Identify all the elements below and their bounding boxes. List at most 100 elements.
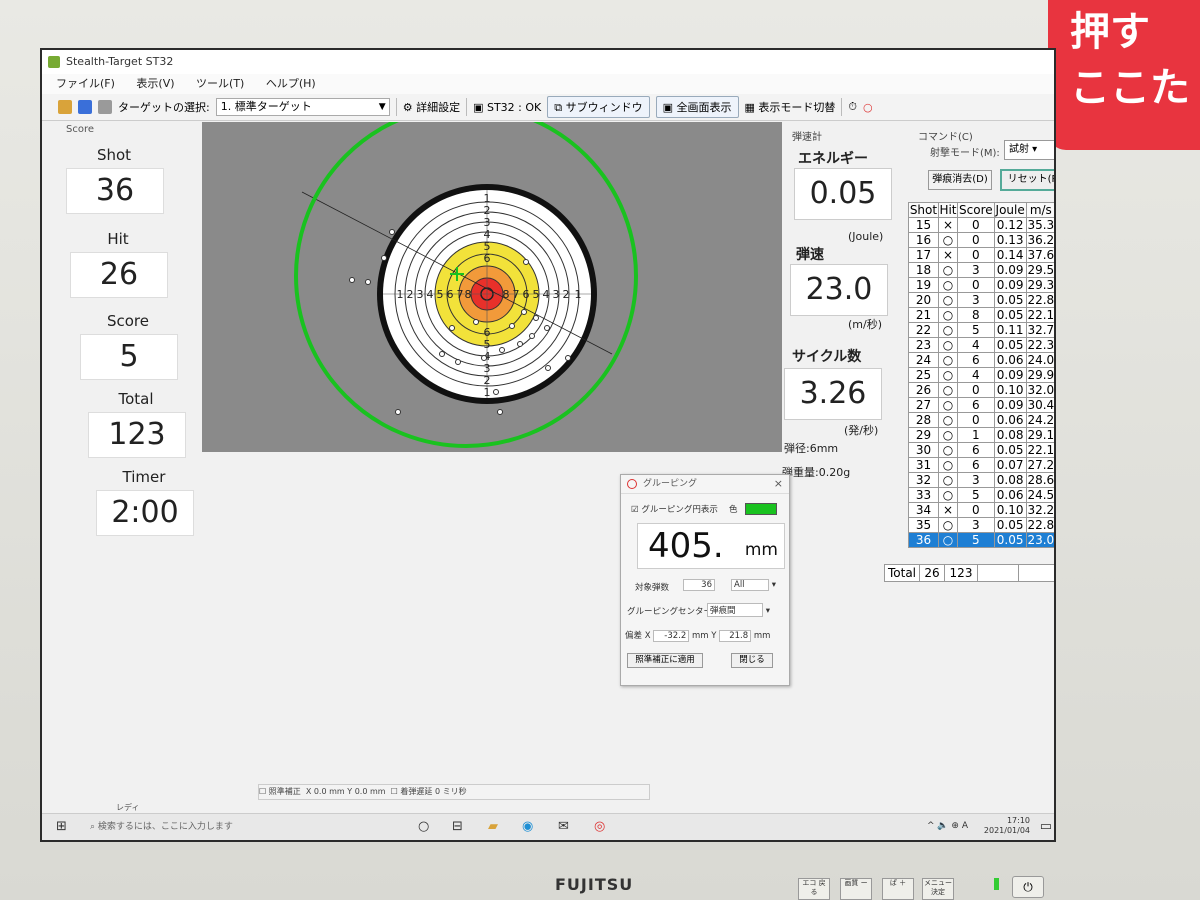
timer-icon[interactable]: ⏱ bbox=[848, 100, 857, 114]
hw-button-plus[interactable]: ぱ ＋ bbox=[882, 878, 914, 900]
open-folder-icon[interactable] bbox=[58, 100, 72, 114]
color-swatch[interactable] bbox=[745, 503, 777, 515]
power-button[interactable]: ⏻ bbox=[1012, 876, 1044, 898]
table-row[interactable]: 16 ○ 0 0.13 36.2 bbox=[908, 232, 1054, 248]
y-field[interactable]: 0.0 bbox=[355, 787, 368, 796]
delay-checkbox[interactable]: 着弾遅延 bbox=[400, 787, 432, 796]
table-row[interactable]: 26 ○ 0 0.10 32.0 bbox=[908, 382, 1054, 398]
fullscreen-button[interactable]: ▣ 全画面表示 bbox=[655, 96, 739, 118]
record-icon[interactable]: ○ bbox=[863, 101, 873, 114]
detail-settings-button[interactable]: ⚙ 詳細設定 bbox=[403, 99, 460, 115]
clear-marks-button[interactable]: 弾痕消去(D) bbox=[928, 170, 992, 190]
windows-start-icon[interactable]: ⊞ bbox=[56, 819, 67, 834]
app-icon-1[interactable]: ⊟ bbox=[452, 819, 463, 834]
table-row[interactable]: 23 ○ 4 0.05 22.3 bbox=[908, 337, 1054, 353]
target-shots-filter[interactable]: All ▾ bbox=[731, 579, 776, 591]
table-cell: 22.8 bbox=[1025, 517, 1055, 533]
target-view[interactable]: 1 2 3 4 5 6 7 8 8 7 6 5 4 3 2 1 1 2 3 4 bbox=[202, 122, 782, 452]
table-cell: 27 bbox=[908, 397, 939, 413]
hw-button-eco[interactable]: エコ 戻る bbox=[798, 878, 830, 900]
save-icon[interactable] bbox=[78, 100, 92, 114]
mode-select[interactable]: 試射 ▾ bbox=[1004, 140, 1054, 160]
table-row[interactable]: 27 ○ 6 0.09 30.4 bbox=[908, 397, 1054, 413]
table-row[interactable]: 31 ○ 6 0.07 27.2 bbox=[908, 457, 1054, 473]
taskbar-search[interactable]: ⌕ 検索するには、ここに入力します bbox=[90, 819, 233, 832]
table-row[interactable]: 20 ○ 3 0.05 22.8 bbox=[908, 292, 1054, 308]
target-app-icon[interactable]: ◎ bbox=[594, 819, 605, 834]
x-field[interactable]: 0.0 bbox=[314, 787, 327, 796]
screen: Stealth-Target ST32 ファイル(F) 表示(V) ツール(T)… bbox=[40, 48, 1056, 842]
mail-icon[interactable]: ✉ bbox=[558, 819, 569, 834]
table-row[interactable]: 17 × 0 0.14 37.6 bbox=[908, 247, 1054, 263]
table-cell: 16 bbox=[908, 232, 939, 248]
folder-icon[interactable]: ▰ bbox=[488, 819, 498, 834]
close-button[interactable]: 閉じる bbox=[731, 653, 773, 668]
table-cell: 6 bbox=[957, 352, 995, 368]
col-score[interactable]: Score bbox=[957, 202, 995, 218]
table-row[interactable]: 36 ○ 5 0.05 23.0 bbox=[908, 532, 1054, 548]
menu-view[interactable]: 表示(V) bbox=[136, 77, 174, 90]
table-row[interactable]: 29 ○ 1 0.08 29.1 bbox=[908, 427, 1054, 443]
target-shots-stepper[interactable]: 36 bbox=[683, 579, 715, 591]
close-icon[interactable]: × bbox=[774, 475, 783, 493]
print-icon[interactable] bbox=[98, 100, 112, 114]
table-row[interactable]: 24 ○ 6 0.06 24.0 bbox=[908, 352, 1054, 368]
table-row[interactable]: 28 ○ 0 0.06 24.2 bbox=[908, 412, 1054, 428]
shot-hole bbox=[381, 255, 387, 261]
menu-help[interactable]: ヘルプ(H) bbox=[266, 77, 316, 90]
table-row[interactable]: 30 ○ 6 0.05 22.1 bbox=[908, 442, 1055, 458]
table-row[interactable]: 22 ○ 5 0.11 32.7 bbox=[908, 322, 1055, 338]
offset-x-field[interactable]: -32.2 bbox=[653, 630, 690, 642]
table-row[interactable]: 21 ○ 8 0.05 22.1 bbox=[908, 307, 1055, 323]
target-select[interactable]: 1. 標準ターゲット ▼ bbox=[215, 98, 390, 116]
table-row[interactable]: 34 × 0 0.10 32.2 bbox=[908, 502, 1054, 518]
table-row[interactable]: 19 ○ 0 0.09 29.3 bbox=[908, 277, 1055, 293]
aim-correction-checkbox[interactable]: 照準補正 bbox=[269, 787, 301, 796]
hw-button-quality[interactable]: 画質 ー bbox=[840, 878, 872, 900]
display-mode-button[interactable]: ▦ 表示モード切替 bbox=[745, 99, 836, 115]
center-select[interactable]: 弾痕間 ▾ bbox=[707, 603, 770, 617]
table-cell: ○ bbox=[937, 427, 959, 443]
apply-correction-button[interactable]: 照準補正に適用 bbox=[627, 653, 703, 668]
shot-label: Shot bbox=[96, 146, 132, 164]
table-row[interactable]: 18 ○ 3 0.09 29.5 bbox=[908, 262, 1054, 278]
system-tray-icons[interactable]: ^ 🔈 ⊕ A bbox=[927, 821, 968, 831]
col-hit[interactable]: Hit bbox=[937, 202, 959, 218]
show-circle-checkbox[interactable]: ☑ グルーピング円表示 bbox=[631, 503, 718, 515]
total-score: 123 bbox=[945, 565, 978, 581]
reset-button[interactable]: リセット(R) bbox=[1000, 169, 1054, 191]
correction-bar: ☐ 照準補正 X 0.0 mm Y 0.0 mm ☐ 着弾遅延 0 ミリ秒 bbox=[258, 784, 650, 800]
notification-icon[interactable]: ▭ bbox=[1040, 819, 1052, 834]
table-row[interactable]: 15 × 0 0.12 35.3 bbox=[908, 217, 1054, 233]
table-cell: 1 bbox=[957, 427, 995, 443]
total-value: 123 bbox=[88, 412, 186, 458]
energy-unit: (Joule) bbox=[848, 230, 884, 243]
col-ms[interactable]: m/s bbox=[1025, 202, 1054, 218]
table-cell: ○ bbox=[937, 397, 959, 413]
shot-hole bbox=[545, 365, 551, 371]
table-cell: 32.7 bbox=[1025, 322, 1055, 338]
table-cell: 5 bbox=[957, 532, 995, 548]
edge-icon[interactable]: ◉ bbox=[522, 819, 533, 834]
table-cell: 22.1 bbox=[1025, 442, 1055, 458]
col-shot[interactable]: Shot bbox=[908, 202, 939, 218]
col-joule[interactable]: Joule bbox=[993, 202, 1027, 218]
table-row[interactable]: 25 ○ 4 0.09 29.9 bbox=[908, 367, 1054, 383]
cycle-value: 3.26 bbox=[784, 368, 882, 420]
table-cell: 29.3 bbox=[1025, 277, 1055, 293]
menu-file[interactable]: ファイル(F) bbox=[56, 77, 115, 90]
table-row[interactable]: 35 ○ 3 0.05 22.8 bbox=[908, 517, 1055, 533]
sub-window-button[interactable]: ⧉ サブウィンドウ bbox=[547, 96, 650, 118]
clock[interactable]: 17:10 2021/01/04 bbox=[984, 816, 1030, 836]
table-cell: 22.1 bbox=[1025, 307, 1055, 323]
offset-y-field[interactable]: 21.8 bbox=[719, 630, 752, 642]
menu-tools[interactable]: ツール(T) bbox=[196, 77, 244, 90]
shot-hole bbox=[473, 319, 479, 325]
table-row[interactable]: 33 ○ 5 0.06 24.5 bbox=[908, 487, 1054, 503]
hw-button-menu[interactable]: メニュー 決定 bbox=[922, 878, 954, 900]
task-view-icon[interactable]: ○ bbox=[418, 819, 429, 834]
delay-field[interactable]: 0 bbox=[435, 787, 440, 796]
shot-table-body: 15 × 0 0.12 35.3 16 ○ 0 0.13 36.2 17 × 0 0.14 37.6 18 ○ 3… bbox=[908, 217, 1055, 548]
table-row[interactable]: 32 ○ 3 0.08 28.6 bbox=[908, 472, 1054, 488]
table-cell: 4 bbox=[957, 337, 995, 353]
